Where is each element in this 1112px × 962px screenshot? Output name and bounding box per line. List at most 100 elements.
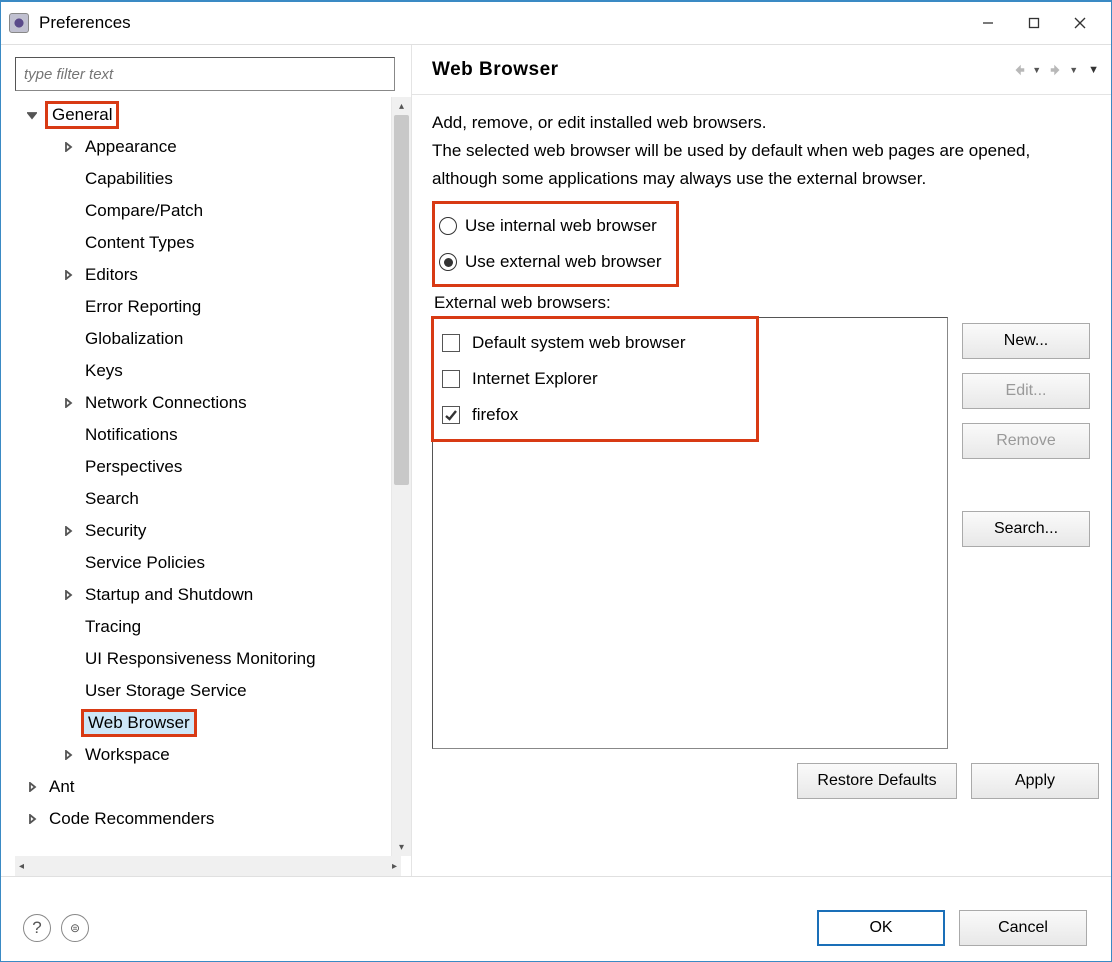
checkbox-icon[interactable]	[442, 334, 460, 352]
restore-defaults-button[interactable]: Restore Defaults	[797, 763, 957, 799]
remove-button[interactable]: Remove	[962, 423, 1090, 459]
tree-item-label: UI Responsiveness Monitoring	[81, 648, 320, 670]
chevron-right-icon[interactable]	[59, 266, 77, 284]
scroll-down-arrow[interactable]: ▾	[392, 838, 411, 856]
browser-item-internet-explorer[interactable]: Internet Explorer	[442, 361, 748, 397]
minimize-button[interactable]	[965, 7, 1011, 39]
tree-item-label: Web Browser	[81, 709, 197, 737]
tree-item-search[interactable]: Search	[15, 483, 391, 515]
tree-item-capabilities[interactable]: Capabilities	[15, 163, 391, 195]
tree-horizontal-scrollbar[interactable]: ◂ ▸	[15, 856, 401, 876]
dialog-button-bar: ? ⊜ OK Cancel	[1, 876, 1111, 956]
tree-item-label: Error Reporting	[81, 296, 205, 318]
search-button[interactable]: Search...	[962, 511, 1090, 547]
tree-item-content-types[interactable]: Content Types	[15, 227, 391, 259]
right-header: Web Browser ▼ ▼ ▼	[412, 45, 1111, 95]
radio-icon	[439, 217, 457, 235]
browser-item-default-system-web-browser[interactable]: Default system web browser	[442, 325, 748, 361]
tree-item-code-recommenders[interactable]: Code Recommenders	[15, 803, 391, 835]
tree-item-ui-responsiveness-monitoring[interactable]: UI Responsiveness Monitoring	[15, 643, 391, 675]
tree-item-error-reporting[interactable]: Error Reporting	[15, 291, 391, 323]
ok-button[interactable]: OK	[817, 910, 945, 946]
tree-item-user-storage-service[interactable]: User Storage Service	[15, 675, 391, 707]
tree-vertical-scrollbar[interactable]: ▴ ▾	[391, 97, 411, 856]
browser-item-label: Default system web browser	[472, 333, 686, 353]
tree-item-general[interactable]: General	[15, 99, 391, 131]
tree-item-label: Startup and Shutdown	[81, 584, 257, 606]
browsers-highlight-box: Default system web browser Internet Explo…	[431, 316, 759, 442]
scroll-up-arrow[interactable]: ▴	[392, 97, 411, 115]
chevron-down-icon[interactable]	[23, 106, 41, 124]
tree-item-notifications[interactable]: Notifications	[15, 419, 391, 451]
titlebar: Preferences	[1, 2, 1111, 44]
page-title: Web Browser	[432, 59, 1008, 81]
chevron-right-icon[interactable]	[23, 778, 41, 796]
nav-back-dropdown[interactable]: ▼	[1032, 65, 1041, 75]
browser-item-label: firefox	[472, 405, 518, 425]
tree-item-network-connections[interactable]: Network Connections	[15, 387, 391, 419]
tree-item-label: Service Policies	[81, 552, 209, 574]
tree-item-label: Security	[81, 520, 150, 542]
apply-button[interactable]: Apply	[971, 763, 1099, 799]
new-button[interactable]: New...	[962, 323, 1090, 359]
window-title: Preferences	[39, 13, 965, 33]
import-export-button[interactable]: ⊜	[61, 914, 89, 942]
tree-item-label: Network Connections	[81, 392, 251, 414]
page-menu-button[interactable]: ▼	[1088, 64, 1099, 76]
tree-item-perspectives[interactable]: Perspectives	[15, 451, 391, 483]
radio-external-browser[interactable]: Use external web browser	[439, 244, 662, 280]
tree-item-editors[interactable]: Editors	[15, 259, 391, 291]
tree-item-tracing[interactable]: Tracing	[15, 611, 391, 643]
tree-item-workspace[interactable]: Workspace	[15, 739, 391, 771]
nav-back-button[interactable]	[1008, 59, 1030, 81]
checkbox-icon[interactable]	[442, 370, 460, 388]
edit-button[interactable]: Edit...	[962, 373, 1090, 409]
nav-forward-button[interactable]	[1045, 59, 1067, 81]
tree-item-keys[interactable]: Keys	[15, 355, 391, 387]
scroll-left-arrow[interactable]: ◂	[19, 861, 24, 872]
chevron-right-icon[interactable]	[59, 394, 77, 412]
tree-item-label: Editors	[81, 264, 142, 286]
external-browsers-list[interactable]: Default system web browser Internet Explo…	[432, 317, 948, 749]
chevron-right-icon[interactable]	[59, 746, 77, 764]
chevron-right-icon[interactable]	[23, 810, 41, 828]
tree-item-label: Workspace	[81, 744, 174, 766]
tree-item-compare-patch[interactable]: Compare/Patch	[15, 195, 391, 227]
cancel-button[interactable]: Cancel	[959, 910, 1087, 946]
chevron-right-icon[interactable]	[59, 586, 77, 604]
tree-item-service-policies[interactable]: Service Policies	[15, 547, 391, 579]
browser-item-label: Internet Explorer	[472, 369, 598, 389]
left-panel: General Appearance CapabilitiesCompare/Pat…	[1, 45, 411, 876]
help-button[interactable]: ?	[23, 914, 51, 942]
tree-item-label: Content Types	[81, 232, 198, 254]
scroll-right-arrow[interactable]: ▸	[392, 861, 397, 872]
checkbox-icon[interactable]	[442, 406, 460, 424]
nav-forward-dropdown[interactable]: ▼	[1069, 65, 1078, 75]
radio-label: Use external web browser	[465, 252, 662, 272]
tree-item-label: Perspectives	[81, 456, 186, 478]
chevron-right-icon[interactable]	[59, 138, 77, 156]
scroll-thumb[interactable]	[394, 115, 409, 485]
chevron-right-icon[interactable]	[59, 522, 77, 540]
browser-item-firefox[interactable]: firefox	[442, 397, 748, 433]
tree-item-ant[interactable]: Ant	[15, 771, 391, 803]
tree-item-label: Ant	[45, 776, 79, 798]
tree-item-label: Notifications	[81, 424, 182, 446]
page-nav: ▼ ▼ ▼	[1008, 59, 1099, 81]
radio-icon	[439, 253, 457, 271]
tree-item-label: Appearance	[81, 136, 181, 158]
preference-tree[interactable]: General Appearance CapabilitiesCompare/Pat…	[15, 97, 391, 856]
close-button[interactable]	[1057, 7, 1103, 39]
external-browsers-label: External web browsers:	[434, 293, 1099, 313]
tree-item-appearance[interactable]: Appearance	[15, 131, 391, 163]
radio-internal-browser[interactable]: Use internal web browser	[439, 208, 662, 244]
tree-item-label: User Storage Service	[81, 680, 251, 702]
maximize-button[interactable]	[1011, 7, 1057, 39]
tree-item-label: Search	[81, 488, 143, 510]
tree-item-web-browser[interactable]: Web Browser	[15, 707, 391, 739]
tree-item-security[interactable]: Security	[15, 515, 391, 547]
tree-item-globalization[interactable]: Globalization	[15, 323, 391, 355]
tree-item-startup-and-shutdown[interactable]: Startup and Shutdown	[15, 579, 391, 611]
tree-item-label: Tracing	[81, 616, 145, 638]
filter-input[interactable]	[15, 57, 395, 91]
